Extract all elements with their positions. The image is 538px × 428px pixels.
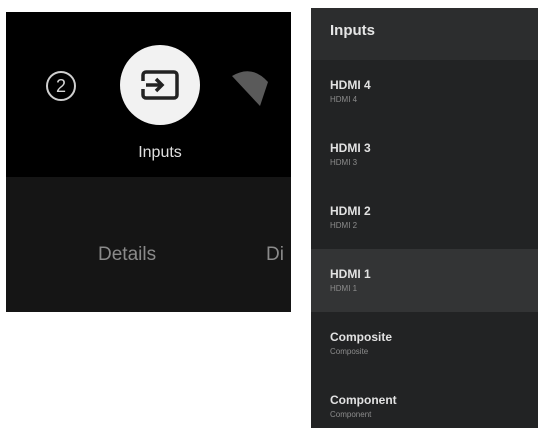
inputs-label: Inputs [138,144,182,161]
input-item-hdmi-2[interactable]: HDMI 2 HDMI 2 [311,186,538,249]
input-item-sublabel: Composite [330,347,369,356]
input-item-sublabel: Component [330,410,372,419]
input-item-composite[interactable]: Composite Composite [311,312,538,375]
inputs-button[interactable] [120,45,200,125]
input-item-hdmi-3[interactable]: HDMI 3 HDMI 3 [311,123,538,186]
input-item-sublabel: HDMI 3 [330,158,358,167]
tab-display-partial[interactable]: Di [266,244,284,266]
input-item-hdmi-4[interactable]: HDMI 4 HDMI 4 [311,60,538,123]
input-item-component[interactable]: Component Component [311,375,538,428]
input-item-name: HDMI 3 [330,141,371,155]
wifi-icon-graphic [232,71,268,106]
input-item-sublabel: HDMI 2 [330,221,358,230]
screenshot-stage: 2 Inputs Details Di Inputs HDMI 4 HDMI 4… [0,0,538,428]
input-item-name: Composite [330,330,393,344]
input-source-list: HDMI 4 HDMI 4 HDMI 3 HDMI 3 HDMI 2 HDMI … [311,60,538,428]
inputs-list-panel: Inputs HDMI 4 HDMI 4 HDMI 3 HDMI 3 HDMI … [311,8,538,428]
input-item-sublabel: HDMI 1 [330,284,358,293]
input-item-sublabel: HDMI 4 [330,95,358,104]
input-item-name: HDMI 4 [330,78,371,92]
inputs-panel-title: Inputs [330,22,375,39]
input-item-name: HDMI 1 [330,267,371,281]
quick-settings-panel: 2 Inputs Details Di [6,12,291,312]
input-source-icon [140,70,179,100]
input-item-name: Component [330,393,397,407]
input-item-name: HDMI 2 [330,204,371,218]
number-2-circle-icon[interactable]: 2 [46,71,76,101]
input-item-hdmi-1[interactable]: HDMI 1 HDMI 1 [311,249,538,312]
wifi-icon[interactable] [230,66,270,113]
inputs-panel-header: Inputs [311,8,538,60]
tab-details[interactable]: Details [98,244,156,266]
